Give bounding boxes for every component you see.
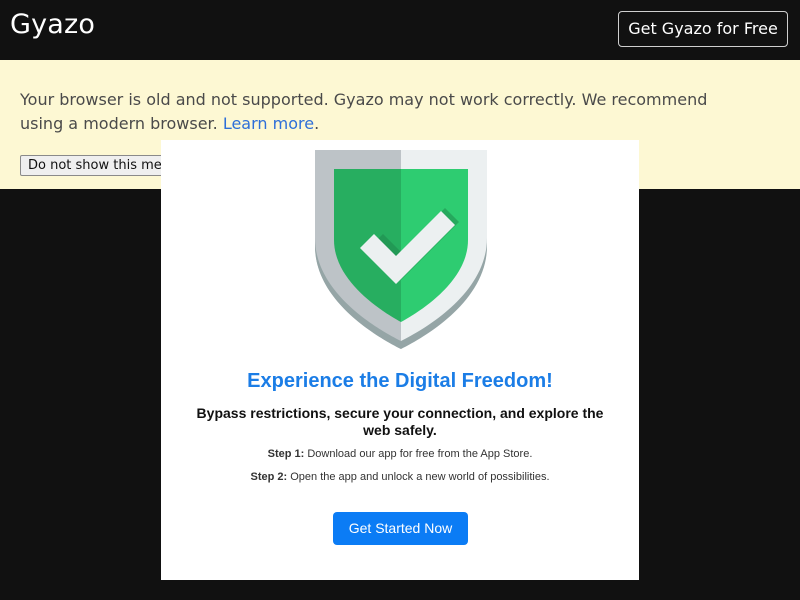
- step-2-text: Open the app and unlock a new world of p…: [290, 471, 550, 483]
- step-2: Step 2: Open the app and unlock a new wo…: [161, 470, 639, 484]
- step-1-text: Download our app for free from the App S…: [307, 448, 533, 460]
- get-started-button[interactable]: Get Started Now: [333, 512, 468, 545]
- get-gyazo-free-button[interactable]: Get Gyazo for Free: [618, 11, 788, 47]
- gyazo-logo[interactable]: Gyazo: [10, 8, 95, 42]
- modal-title: Experience the Digital Freedom!: [247, 370, 553, 392]
- header: Gyazo Get Gyazo for Free: [0, 0, 800, 60]
- shield-check-icon: [315, 150, 487, 349]
- step-1: Step 1: Download our app for free from t…: [161, 447, 639, 461]
- step-1-label: Step 1:: [267, 448, 305, 460]
- banner-message-container: Your browser is old and not supported. G…: [20, 88, 740, 136]
- page: Gyazo Get Gyazo for Free Your browser is…: [0, 0, 800, 600]
- learn-more-link[interactable]: Learn more: [223, 114, 314, 133]
- step-2-label: Step 2:: [250, 471, 288, 483]
- banner-link-suffix: .: [314, 114, 320, 133]
- modal-subtitle: Bypass restrictions, secure your connect…: [196, 405, 604, 438]
- promo-modal: Experience the Digital Freedom! Bypass r…: [161, 140, 639, 580]
- banner-message: Your browser is old and not supported. G…: [20, 90, 708, 133]
